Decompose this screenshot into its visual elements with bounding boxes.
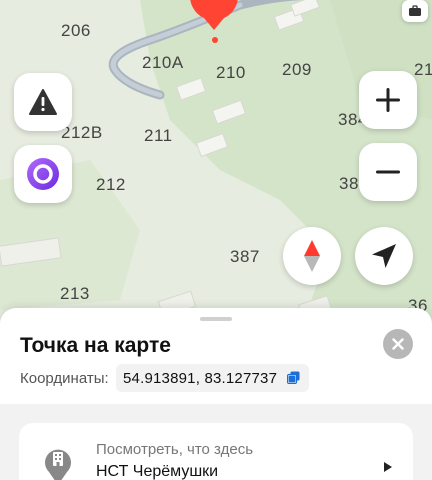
alice-assistant-button[interactable] <box>14 145 72 203</box>
map-label: 212 <box>96 175 126 194</box>
zoom-out-button[interactable] <box>359 143 417 201</box>
navigation-arrow-icon <box>372 244 396 268</box>
compass-button[interactable] <box>283 227 341 285</box>
place-sheet[interactable]: Точка на карте Координаты: 54.913891, 83… <box>0 308 432 480</box>
close-icon <box>392 338 404 350</box>
briefcase-icon <box>409 5 421 16</box>
map-label: 210A <box>142 53 184 72</box>
warning-icon <box>29 89 57 115</box>
building-pin-icon <box>45 449 71 480</box>
my-location-button[interactable] <box>355 227 413 285</box>
card-subtitle: Посмотреть, что здесь <box>96 441 254 458</box>
briefcase-button[interactable] <box>402 0 428 22</box>
pin-point <box>212 37 218 43</box>
sheet-lower-section: Посмотреть, что здесь НСТ Черёмушки <box>0 404 432 480</box>
map-label: 210 <box>216 63 246 82</box>
minus-icon <box>376 170 400 174</box>
sheet-title: Точка на карте <box>20 334 171 357</box>
coordinates-value: 54.913891, 83.127737 <box>123 369 278 387</box>
map-label: 209 <box>282 60 312 79</box>
road-events-button[interactable] <box>14 73 72 131</box>
alice-assistant-icon <box>27 158 59 190</box>
coordinates-label: Координаты: <box>20 370 109 387</box>
map-label: 387 <box>230 247 260 266</box>
map-label: 21 <box>414 60 432 79</box>
map-pin-icon[interactable] <box>186 0 242 30</box>
map-label: 206 <box>61 21 91 40</box>
close-button[interactable] <box>383 329 413 359</box>
map-label: 211 <box>144 126 173 145</box>
plus-icon <box>376 88 400 112</box>
map-view[interactable]: 206 210A 210 209 21 212В 211 384 212 385… <box>0 0 432 330</box>
play-arrow-icon <box>384 462 392 472</box>
compass-icon <box>304 240 320 272</box>
whats-here-card[interactable]: Посмотреть, что здесь НСТ Черёмушки <box>19 423 413 480</box>
coordinates-copy[interactable]: 54.913891, 83.127737 <box>116 364 309 392</box>
sheet-grabber[interactable] <box>200 317 232 321</box>
copy-icon <box>287 371 300 384</box>
map-label: 213 <box>60 284 90 303</box>
zoom-in-button[interactable] <box>359 71 417 129</box>
card-title: НСТ Черёмушки <box>96 463 219 480</box>
